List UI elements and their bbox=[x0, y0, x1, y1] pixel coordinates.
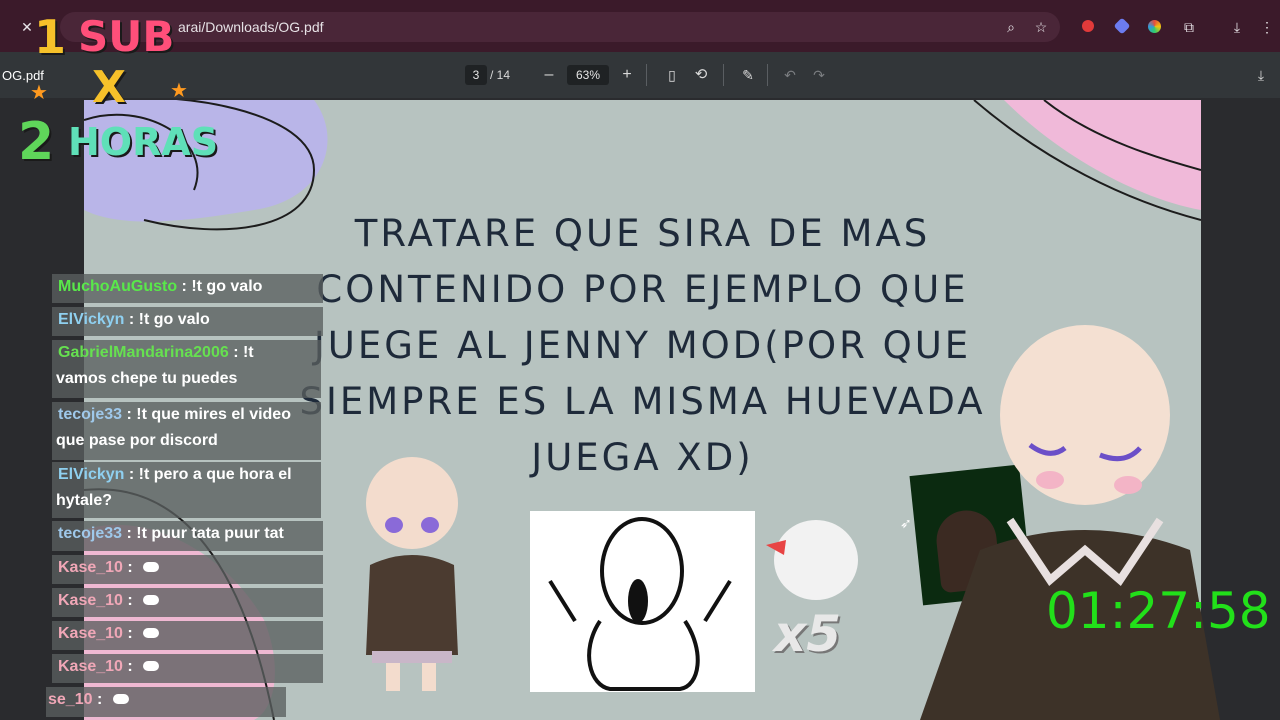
star-icon: ★ bbox=[30, 82, 48, 104]
chat-text: hytale? bbox=[56, 492, 113, 509]
chat-text: : bbox=[122, 592, 133, 609]
download-icon[interactable]: ⤓ bbox=[1250, 64, 1272, 86]
search-icon[interactable]: ⌕ bbox=[1000, 16, 1022, 38]
star-icon: ★ bbox=[170, 80, 188, 102]
chat-text: : !t bbox=[228, 344, 254, 361]
zoom-level-input[interactable]: 63% bbox=[567, 65, 609, 85]
fit-page-icon[interactable]: ▯ bbox=[661, 64, 683, 86]
chat-message: ElVickyn : !t pero a que hora el hytale? bbox=[52, 462, 321, 518]
menu-icon[interactable]: ⋮ bbox=[1256, 16, 1278, 38]
emote-icon bbox=[143, 628, 160, 638]
multiplier-label: x5 bbox=[774, 605, 842, 663]
pdf-toolbar bbox=[0, 52, 1280, 98]
chat-message: Kase_10 : bbox=[52, 588, 323, 617]
redo-icon[interactable]: ↷ bbox=[808, 64, 830, 86]
stream-timer: 01:27:58 bbox=[1046, 582, 1271, 640]
rotate-icon[interactable]: ⟲ bbox=[690, 64, 712, 86]
url-text[interactable]: arai/Downloads/OG.pdf bbox=[178, 19, 324, 35]
chat-message: GabrielMandarina2006 : !t vamos chepe tu… bbox=[52, 340, 321, 398]
puzzle-icon[interactable]: ⧉ bbox=[1178, 16, 1200, 38]
chat-text: vamos chepe tu puedes bbox=[56, 370, 238, 387]
chat-username: GabrielMandarina2006 bbox=[58, 344, 229, 361]
chat-text: : bbox=[122, 625, 133, 642]
emote-icon bbox=[143, 595, 160, 605]
chat-username: se_10 bbox=[48, 691, 93, 708]
hours-count: 2 bbox=[18, 112, 55, 172]
chat-message: Kase_10 : bbox=[52, 654, 323, 683]
emote-icon bbox=[143, 661, 160, 671]
divider bbox=[646, 64, 647, 86]
page-number-input[interactable]: 3 bbox=[465, 65, 487, 85]
chat-username: ElVickyn bbox=[58, 466, 125, 483]
chat-text: : !t go valo bbox=[124, 311, 210, 328]
meme-image bbox=[530, 511, 755, 692]
chat-message: se_10 : bbox=[46, 687, 286, 717]
divider bbox=[723, 64, 724, 86]
zoom-in-button[interactable]: + bbox=[616, 64, 638, 86]
zoom-out-button[interactable]: – bbox=[538, 64, 560, 86]
sub-count: 1 bbox=[34, 10, 67, 64]
chibi-avatar-image bbox=[366, 457, 458, 691]
chat-username: MuchoAuGusto bbox=[58, 278, 178, 295]
hours-label: HORAS bbox=[68, 120, 219, 164]
chat-message: ElVickyn : !t go valo bbox=[52, 307, 323, 336]
emote-icon bbox=[112, 694, 129, 704]
chat-message: tecoje33 : !t que mires el video que pas… bbox=[52, 402, 321, 460]
download-icon[interactable]: ⤓ bbox=[1226, 16, 1248, 38]
extension-icon[interactable] bbox=[1148, 20, 1161, 33]
chat-text: : !t puur tata puur tat bbox=[122, 525, 284, 542]
chat-username: Kase_10 bbox=[58, 625, 123, 642]
chat-username: Kase_10 bbox=[58, 658, 123, 675]
divider bbox=[767, 64, 768, 86]
extension-icon[interactable] bbox=[1082, 20, 1094, 32]
annotate-icon[interactable]: ✎ bbox=[737, 64, 759, 86]
star-icon[interactable]: ☆ bbox=[1030, 16, 1052, 38]
chat-text: : !t pero a que hora el bbox=[124, 466, 292, 483]
sub-label: SUB bbox=[78, 12, 175, 61]
chat-username: tecoje33 bbox=[58, 525, 123, 542]
chat-username: tecoje33 bbox=[58, 406, 123, 423]
chat-username: ElVickyn bbox=[58, 311, 125, 328]
undo-icon[interactable]: ↶ bbox=[779, 64, 801, 86]
chat-text: : bbox=[122, 658, 133, 675]
chat-username: Kase_10 bbox=[58, 559, 123, 576]
chat-text: : !t que mires el video bbox=[122, 406, 291, 423]
chat-text: que pase por discord bbox=[56, 432, 218, 449]
chat-username: Kase_10 bbox=[58, 592, 123, 609]
page-total: / 14 bbox=[490, 68, 511, 82]
slide-text-line: TRATARE QUE SIRA DE MAS bbox=[354, 212, 931, 255]
chat-message: MuchoAuGusto : !t go valo bbox=[52, 274, 323, 303]
chat-message: tecoje33 : !t puur tata puur tat bbox=[52, 521, 323, 551]
emote-icon bbox=[143, 562, 160, 572]
chat-message: Kase_10 : bbox=[52, 621, 323, 650]
vtuber-avatar-image bbox=[920, 325, 1220, 720]
chat-message: Kase_10 : bbox=[52, 555, 323, 584]
chat-text: : !t go valo bbox=[177, 278, 263, 295]
chat-text: : bbox=[122, 559, 133, 576]
multiplier-x: X bbox=[92, 62, 126, 113]
chat-text: : bbox=[92, 691, 103, 708]
